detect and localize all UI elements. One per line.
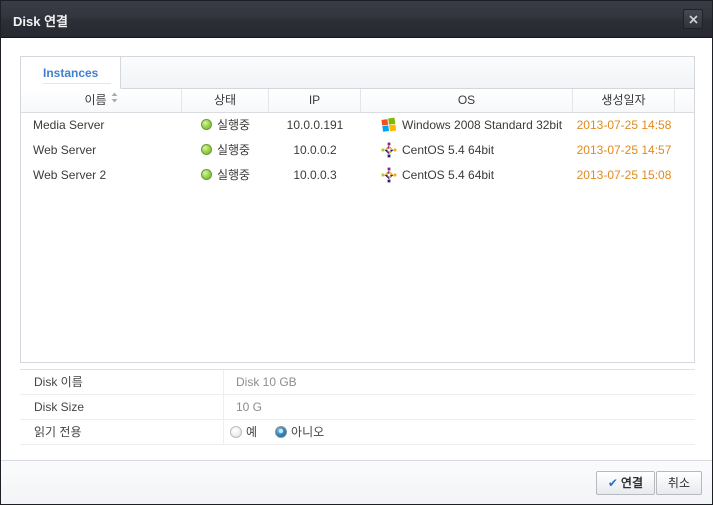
read-only-option-0[interactable]: 예 [230,420,257,445]
grid-header-label-ip: IP [308,93,321,107]
instance-created-date: 2013-07-25 15:08 [576,168,672,182]
close-icon[interactable] [683,9,703,29]
instance-state: 실행중 [216,168,251,182]
cell-name: Web Server 2 [33,163,182,188]
instance-name: Media Server [33,118,105,132]
form-row-disk-name: Disk 이름 Disk 10 GB [20,370,695,395]
instance-created-date: 2013-07-25 14:57 [576,143,672,157]
read-only-radio-group: 예 아니오 [230,420,342,445]
tab-instances-label: Instances [43,66,99,80]
instance-ip: 10.0.0.191 [286,118,344,132]
sort-arrows-icon [111,89,118,111]
status-dot-running [200,169,212,181]
dialog-footer: ✔ 연결 취소 [1,460,712,504]
instance-os: CentOS 5.4 64bit [402,168,495,182]
table-row[interactable]: Media Server 실행중 10.0.0.191 Windows 2008 St… [21,113,694,138]
connect-button[interactable]: ✔ 연결 [595,471,655,495]
table-row[interactable]: Web Server 실행중 10.0.0.2 CentOS 5.4 64bit 201… [21,138,694,163]
cell-date: 2013-07-25 14:57 [573,138,675,163]
cancel-button[interactable]: 취소 [655,471,702,495]
disk-name-label: Disk 이름 [34,375,83,389]
instance-state: 실행중 [216,118,251,132]
grid-header: 이름 상태 IP OS 생성일자 [21,89,694,113]
read-only-option-label: 예 [246,425,258,439]
centos-logo-icon [381,167,397,183]
disk-name-value: Disk 10 GB [236,375,297,389]
cell-ip: 10.0.0.191 [269,113,361,138]
instances-panel: Instances 이름 상태 IP OS 생성일자 Media Server 실행중 10… [20,56,695,363]
grid-header-cell-pad[interactable] [675,89,694,112]
cell-os: CentOS 5.4 64bit [381,163,573,188]
instance-created-date: 2013-07-25 14:58 [576,118,672,132]
form-row-read-only: 읽기 전용 예 아니오 [20,420,695,445]
instance-name: Web Server 2 [33,168,107,182]
grid-header-cell-state[interactable]: 상태 [182,89,269,112]
disk-properties-form: Disk 이름 Disk 10 GB Disk Size 10 G 읽기 전용 … [20,369,695,445]
form-divider [223,395,224,420]
cell-os: CentOS 5.4 64bit [381,138,573,163]
cell-name: Web Server [33,138,182,163]
grid-header-label-name: 이름 [84,93,107,107]
form-divider [223,370,224,395]
read-only-option-1[interactable]: 아니오 [275,420,324,445]
instance-ip: 10.0.0.2 [293,143,337,157]
instance-state: 실행중 [216,143,251,157]
grid-header-cell-name[interactable]: 이름 [21,89,182,112]
instance-ip: 10.0.0.3 [293,168,337,182]
cell-ip: 10.0.0.2 [269,138,361,163]
grid-body: Media Server 실행중 10.0.0.191 Windows 2008 St… [21,113,694,362]
disk-size-value: 10 G [236,400,263,414]
check-icon: ✔ [607,476,618,490]
read-only-label: 읽기 전용 [34,425,82,439]
grid-header-cell-date[interactable]: 생성일자 [573,89,675,112]
grid-header-cell-os[interactable]: OS [361,89,573,112]
cell-state: 실행중 [182,138,269,163]
grid-header-label-os: OS [457,93,476,107]
dialog-title: Disk 연결 [13,14,68,29]
disk-attach-dialog: Disk 연결 Instances 이름 상태 IP OS 생성일자 Media Ser… [0,0,713,505]
form-row-disk-size: Disk Size 10 G [20,395,695,420]
tab-active-underline [43,83,111,84]
cancel-button-label: 취소 [667,476,690,490]
radio-button-icon[interactable] [230,425,242,438]
close-x-glyph [688,15,698,24]
radio-button-icon[interactable] [275,425,288,438]
grid-header-cell-ip[interactable]: IP [269,89,361,112]
connect-button-label: 연결 [620,476,643,490]
windows-logo-icon [381,117,397,133]
cell-state: 실행중 [182,163,269,188]
status-dot-running [200,144,212,156]
cell-date: 2013-07-25 14:58 [573,113,675,138]
dialog-body: Instances 이름 상태 IP OS 생성일자 Media Server 실행중 10… [1,39,712,460]
cell-name: Media Server [33,113,182,138]
instance-os: CentOS 5.4 64bit [402,143,495,157]
cell-ip: 10.0.0.3 [269,163,361,188]
centos-logo-icon [381,142,397,158]
tab-instances[interactable]: Instances [21,57,122,89]
grid-header-label-date: 생성일자 [601,93,646,107]
table-row[interactable]: Web Server 2 실행중 10.0.0.3 CentOS 5.4 64bit 2… [21,163,694,188]
form-divider [223,420,224,445]
disk-size-label: Disk Size [34,400,85,414]
cell-date: 2013-07-25 15:08 [573,163,675,188]
instance-name: Web Server [33,143,97,157]
read-only-option-label: 아니오 [291,425,325,439]
instance-os: Windows 2008 Standard 32bit [402,118,563,132]
tab-strip: Instances [21,57,694,89]
dialog-titlebar: Disk 연결 [1,1,712,38]
cell-os: Windows 2008 Standard 32bit [381,113,573,138]
cell-state: 실행중 [182,113,269,138]
grid-header-label-state: 상태 [213,93,237,107]
status-dot-running [200,119,212,131]
